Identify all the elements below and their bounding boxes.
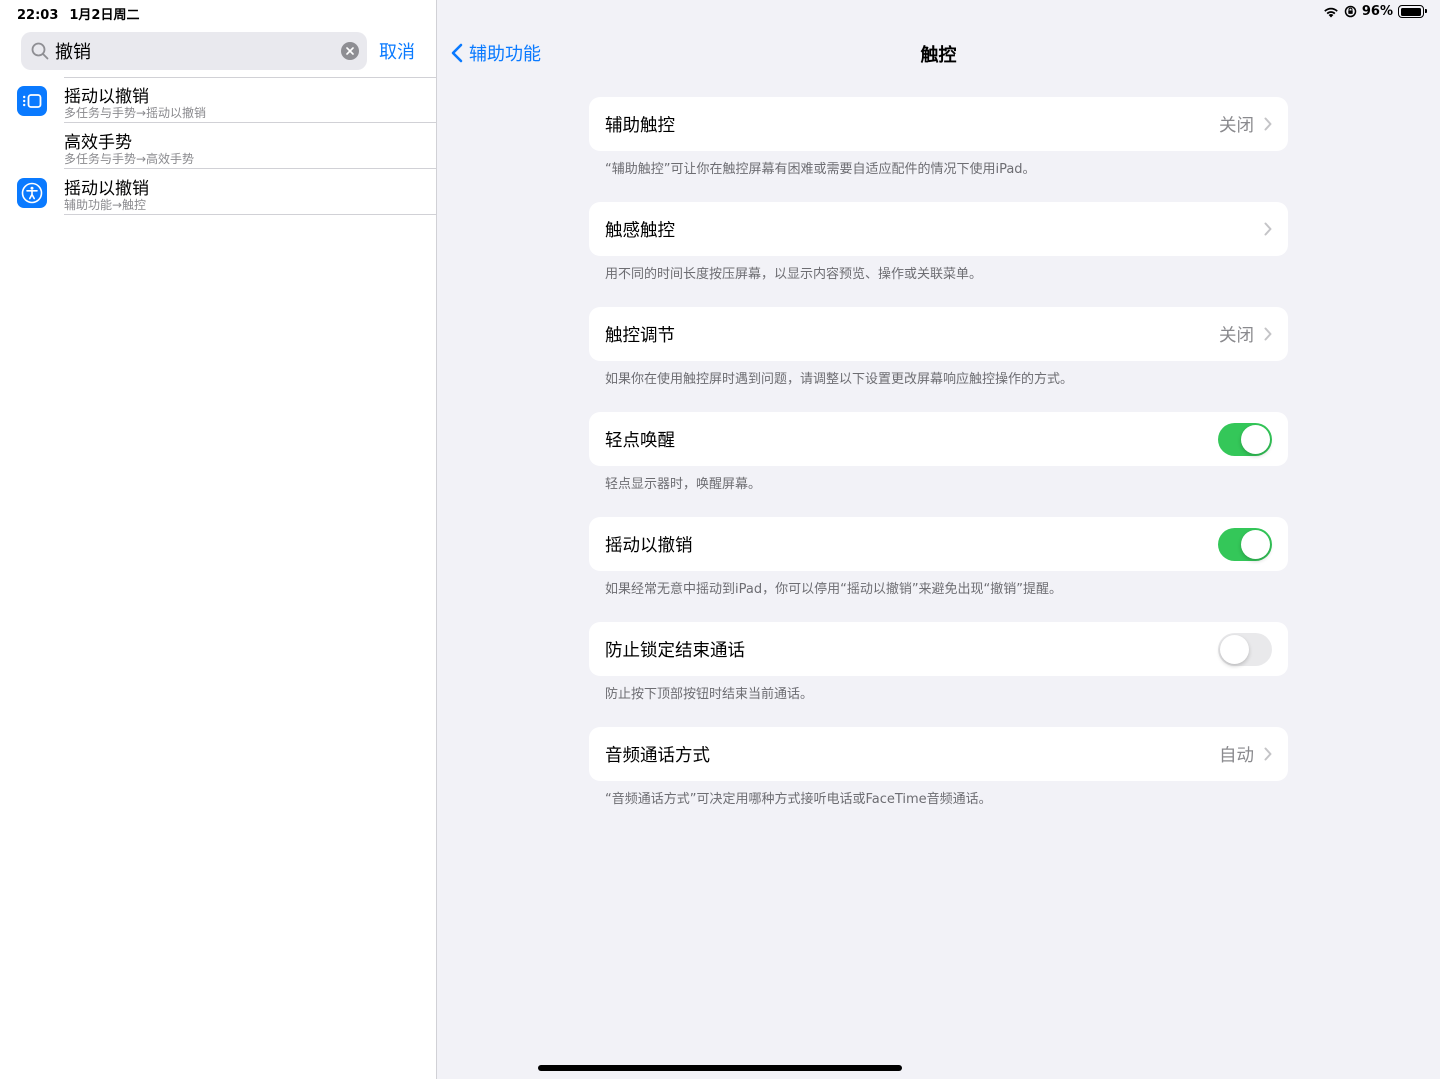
setting-row[interactable]: 触感触控	[589, 202, 1288, 256]
setting-group-assistive-touch: 辅助触控 关闭 “辅助触控”可让你在触控屏幕有困难或需要自适应配件的情况下使用i…	[589, 97, 1288, 202]
orientation-lock-icon	[1344, 5, 1357, 18]
setting-group-touch-accommodations: 触控调节 关闭 如果你在使用触控屏时遇到问题，请调整以下设置更改屏幕响应触控操作…	[589, 307, 1288, 412]
chevron-right-icon	[1264, 747, 1272, 761]
search-field[interactable]	[21, 32, 367, 70]
setting-row[interactable]: 音频通话方式 自动	[589, 727, 1288, 781]
status-left: 22:03 1月2日周二	[17, 4, 150, 23]
setting-row: 轻点唤醒	[589, 412, 1288, 466]
toggle-knob	[1220, 634, 1249, 664]
status-right: 96%	[1323, 4, 1427, 19]
setting-footer: “音频通话方式”可决定用哪种方式接听电话或FaceTime音频通话。	[605, 792, 992, 807]
setting-group-haptic-touch: 触感触控 用不同的时间长度按压屏幕，以显示内容预览、操作或关联菜单。	[589, 202, 1288, 307]
wifi-icon	[1324, 7, 1338, 17]
home-indicator[interactable]	[538, 1065, 902, 1071]
list-item[interactable]: 摇动以撤销 辅助功能→触控	[0, 169, 436, 215]
battery-fill	[1400, 7, 1421, 16]
battery-icon	[1398, 5, 1427, 18]
nav-bar: 辅助功能 触控	[437, 26, 1440, 78]
setting-label: 触感触控	[605, 220, 675, 241]
setting-label: 触控调节	[605, 325, 675, 346]
setting-footer: 用不同的时间长度按压屏幕，以显示内容预览、操作或关联菜单。	[605, 267, 983, 282]
clear-search-button[interactable]	[341, 42, 359, 60]
accessibility-icon	[17, 178, 47, 208]
setting-label: 音频通话方式	[605, 745, 710, 766]
battery-percent: 96%	[1361, 4, 1393, 19]
setting-label: 辅助触控	[605, 115, 675, 136]
search-icon	[31, 42, 49, 60]
search-row: 取消	[21, 32, 436, 70]
setting-value: 自动	[1219, 745, 1254, 766]
chevron-right-icon	[1264, 222, 1272, 236]
setting-value: 关闭	[1219, 115, 1254, 136]
close-icon	[346, 47, 354, 55]
settings-list: 辅助触控 关闭 “辅助触控”可让你在触控屏幕有困难或需要自适应配件的情况下使用i…	[589, 97, 1288, 832]
cancel-button[interactable]: 取消	[379, 38, 415, 64]
setting-label: 防止锁定结束通话	[605, 640, 745, 661]
setting-row: 防止锁定结束通话	[589, 622, 1288, 676]
status-date: 1月2日周二	[69, 8, 140, 23]
tap-to-wake-toggle[interactable]	[1218, 422, 1272, 456]
setting-group-prevent-lock-end-call: 防止锁定结束通话 防止按下顶部按钮时结束当前通话。	[589, 622, 1288, 727]
setting-footer: “辅助触控”可让你在触控屏幕有困难或需要自适应配件的情况下使用iPad。	[605, 162, 1036, 177]
list-item[interactable]: 高效手势 多任务与手势→高效手势	[0, 123, 436, 169]
chevron-right-icon	[1264, 327, 1272, 341]
multitasking-icon	[17, 86, 47, 116]
chevron-right-icon	[1264, 117, 1272, 131]
list-item-text: 摇动以撤销 辅助功能→触控	[64, 169, 436, 215]
setting-group-call-audio-routing: 音频通话方式 自动 “音频通话方式”可决定用哪种方式接听电话或FaceTime音…	[589, 727, 1288, 832]
sidebar: 取消 摇动以撤销 多任务与手势→摇动以撤销 高效手势 多任务与手势→高效手势	[0, 0, 437, 1079]
list-item-text: 摇动以撤销 多任务与手势→摇动以撤销	[64, 77, 436, 123]
prevent-lock-end-call-toggle[interactable]	[1218, 632, 1272, 666]
setting-footer: 轻点显示器时，唤醒屏幕。	[605, 477, 762, 492]
setting-label: 摇动以撤销	[605, 535, 693, 556]
setting-group-tap-to-wake: 轻点唤醒 轻点显示器时，唤醒屏幕。	[589, 412, 1288, 517]
setting-label: 轻点唤醒	[605, 430, 675, 451]
shake-to-undo-toggle[interactable]	[1218, 527, 1272, 561]
result-path: 多任务与手势→摇动以撤销	[64, 106, 207, 120]
status-bar: 22:03 1月2日周二 96%	[0, 0, 1440, 26]
setting-group-shake-to-undo: 摇动以撤销 如果经常无意中摇动到iPad，你可以停用“摇动以撤销”来避免出现“撤…	[589, 517, 1288, 622]
setting-footer: 如果经常无意中摇动到iPad，你可以停用“摇动以撤销”来避免出现“撤销”提醒。	[605, 582, 1063, 597]
setting-footer: 如果你在使用触控屏时遇到问题，请调整以下设置更改屏幕响应触控操作的方式。	[605, 372, 1074, 387]
search-input[interactable]	[55, 40, 325, 62]
setting-row[interactable]: 辅助触控 关闭	[589, 97, 1288, 151]
setting-row[interactable]: 触控调节 关闭	[589, 307, 1288, 361]
result-path: 多任务与手势→高效手势	[64, 152, 195, 166]
status-time: 22:03	[17, 8, 59, 23]
list-item-text: 高效手势 多任务与手势→高效手势	[64, 123, 436, 169]
list-item[interactable]: 摇动以撤销 多任务与手势→摇动以撤销	[0, 77, 436, 123]
page-title: 触控	[920, 45, 957, 66]
toggle-knob	[1241, 529, 1270, 559]
toggle-knob	[1241, 424, 1270, 454]
setting-row: 摇动以撤销	[589, 517, 1288, 571]
setting-footer: 防止按下顶部按钮时结束当前通话。	[605, 687, 814, 702]
setting-value: 关闭	[1219, 325, 1254, 346]
result-path: 辅助功能→触控	[64, 198, 147, 212]
search-results: 摇动以撤销 多任务与手势→摇动以撤销 高效手势 多任务与手势→高效手势 摇动以撤…	[0, 77, 436, 215]
